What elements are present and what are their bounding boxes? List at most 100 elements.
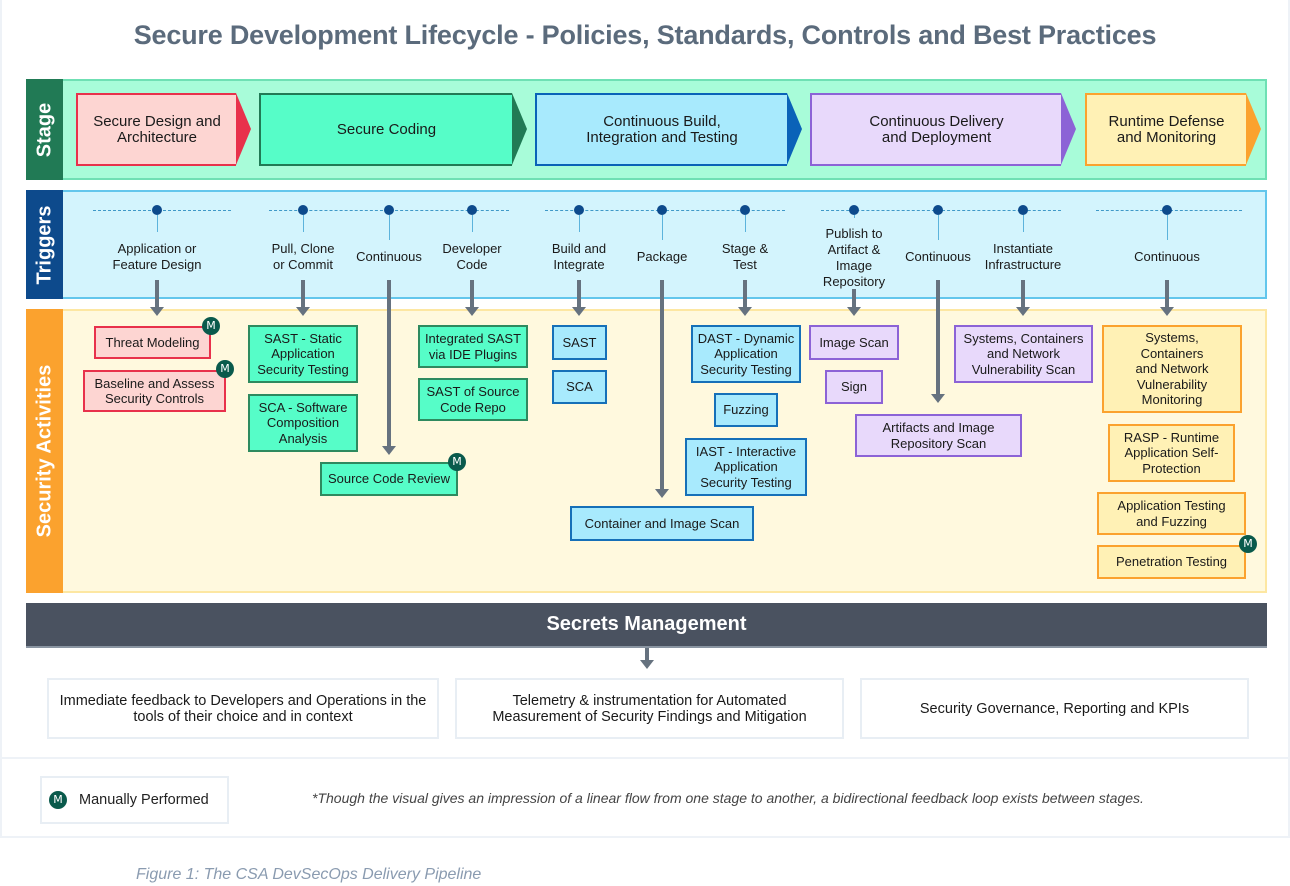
activity-label: IAST - Interactive Application Security … — [695, 443, 797, 490]
stage-label: Secure Design and Architecture — [93, 112, 221, 146]
figure-caption: Figure 1: The CSA DevSecOps Delivery Pip… — [136, 866, 482, 883]
trigger-label: Continuous — [905, 249, 971, 264]
arrow-down-icon — [150, 307, 164, 316]
activity-label: Sign — [840, 379, 868, 395]
manual-badge-icon: M — [202, 317, 220, 335]
secrets-arrow-head-icon — [640, 660, 654, 669]
legend-label: Manually Performed — [79, 792, 209, 808]
stage-band-label: Stage — [26, 79, 63, 180]
trigger-dot-icon — [849, 205, 859, 215]
activity-sast-static: SAST - Static Application Security Testi… — [248, 325, 358, 383]
trigger-arrow-line — [1021, 280, 1025, 307]
arrow-down-icon — [655, 489, 669, 498]
trigger-connector — [745, 215, 746, 232]
arrow-down-icon — [847, 307, 861, 316]
arrow-down-icon — [465, 307, 479, 316]
feedback-loop-note: *Though the visual gives an impression o… — [312, 790, 1144, 806]
outcome-governance: Security Governance, Reporting and KPIs — [860, 678, 1249, 739]
activity-label: Penetration Testing — [1115, 554, 1228, 570]
triggers-band-text: Triggers — [33, 205, 55, 284]
stage-continuous-delivery: Continuous Delivery and Deployment — [810, 93, 1061, 166]
stage-runtime-defense: Runtime Defense and Monitoring — [1085, 93, 1246, 166]
activity-source-code-review: Source Code Review — [320, 462, 458, 496]
trigger-label: Build and Integrate — [551, 241, 607, 272]
manual-badge-icon: M — [448, 453, 466, 471]
outcome-label: Immediate feedback to Developers and Ope… — [59, 692, 427, 725]
outcome-telemetry: Telemetry & instrumentation for Automate… — [455, 678, 844, 739]
activity-container-image-scan: Container and Image Scan — [570, 506, 754, 541]
activity-systems-vuln-scan: Systems, Containers and Network Vulnerab… — [954, 325, 1093, 383]
activity-integrated-sast: Integrated SAST via IDE Plugins — [418, 325, 528, 368]
activity-label: Integrated SAST via IDE Plugins — [424, 331, 522, 362]
stage-arrow-icon — [236, 93, 251, 165]
activity-label: Artifacts and Image Repository Scan — [882, 420, 995, 451]
activity-label: DAST - Dynamic Application Security Test… — [697, 330, 795, 377]
activity-app-testing-fuzzing: Application Testing and Fuzzing — [1097, 492, 1246, 535]
trigger-arrow-line — [155, 280, 159, 307]
manual-badge-icon: M — [49, 791, 67, 809]
triggers-band-label: Triggers — [26, 190, 63, 299]
trigger-connector — [389, 215, 390, 240]
stage-arrow-icon — [1246, 93, 1261, 165]
arrow-down-icon — [1160, 307, 1174, 316]
stage-label: Runtime Defense and Monitoring — [1108, 112, 1225, 146]
secrets-arrow-line — [645, 648, 649, 660]
activity-systems-vuln-monitoring: Systems, Containers and Network Vulnerab… — [1102, 325, 1242, 413]
activity-label: SAST — [562, 334, 597, 350]
trigger-dot-icon — [152, 205, 162, 215]
trigger-arrow-line — [743, 280, 747, 307]
trigger-arrow-line — [852, 289, 856, 307]
trigger-arrow-line — [301, 280, 305, 307]
legend: M Manually Performed — [40, 776, 229, 824]
trigger-arrow-line — [936, 280, 940, 394]
stage-arrow-icon — [512, 93, 527, 165]
trigger-label: Continuous — [1134, 249, 1200, 264]
activity-artifacts-repo-scan: Artifacts and Image Repository Scan — [855, 414, 1022, 457]
diagram-title: Secure Development Lifecycle - Policies,… — [133, 20, 1157, 50]
trigger-label: Package — [636, 249, 688, 264]
trigger-dot-icon — [574, 205, 584, 215]
activity-label: RASP - Runtime Application Self-Protecti… — [1123, 429, 1220, 476]
trigger-connector — [854, 215, 855, 218]
secrets-management-bar: Secrets Management — [26, 603, 1267, 648]
trigger-label: Application or Feature Design — [112, 241, 202, 272]
activity-label: SCA — [566, 379, 593, 395]
trigger-connector — [579, 215, 580, 232]
activity-baseline-assess: Baseline and Assess Security Controls — [83, 370, 226, 412]
activity-label: SCA - Software Composition Analysis — [258, 399, 348, 446]
arrow-down-icon — [738, 307, 752, 316]
activity-label: Threat Modeling — [105, 334, 200, 350]
activity-label: Application Testing and Fuzzing — [1117, 498, 1226, 529]
manual-badge-icon: M — [1239, 535, 1257, 553]
activities-band-text: Security Activities — [33, 364, 55, 538]
activity-sign: Sign — [825, 370, 883, 404]
trigger-dot-icon — [1162, 205, 1172, 215]
activity-iast: IAST - Interactive Application Security … — [685, 438, 807, 496]
stage-label: Continuous Delivery and Deployment — [869, 112, 1004, 146]
activity-label: Image Scan — [819, 334, 889, 350]
trigger-arrow-line — [470, 280, 474, 307]
stage-label: Secure Coding — [336, 120, 437, 138]
trigger-connector — [157, 215, 158, 232]
trigger-label: Continuous — [356, 249, 422, 264]
trigger-arrow-line — [660, 280, 664, 489]
stage-secure-design: Secure Design and Architecture — [76, 93, 236, 166]
activity-sca-software: SCA - Software Composition Analysis — [248, 394, 358, 452]
stage-arrow-icon — [787, 93, 802, 165]
activity-sca: SCA — [552, 370, 607, 404]
trigger-label: Developer Code — [442, 241, 502, 272]
activities-band-label: Security Activities — [26, 309, 63, 593]
activity-label: Baseline and Assess Security Controls — [94, 375, 215, 407]
activity-threat-modeling: Threat Modeling — [94, 326, 211, 359]
trigger-timeline — [93, 210, 231, 211]
trigger-label: Instantiate Infrastructure — [984, 241, 1062, 272]
trigger-dot-icon — [657, 205, 667, 215]
trigger-dot-icon — [467, 205, 477, 215]
trigger-label: Publish to Artifact & Image Repository — [822, 226, 886, 289]
trigger-dot-icon — [298, 205, 308, 215]
trigger-connector — [1023, 215, 1024, 232]
activity-dast: DAST - Dynamic Application Security Test… — [691, 325, 801, 383]
activity-rasp: RASP - Runtime Application Self-Protecti… — [1108, 424, 1235, 482]
trigger-arrow-line — [577, 280, 581, 307]
trigger-arrow-line — [387, 280, 391, 446]
